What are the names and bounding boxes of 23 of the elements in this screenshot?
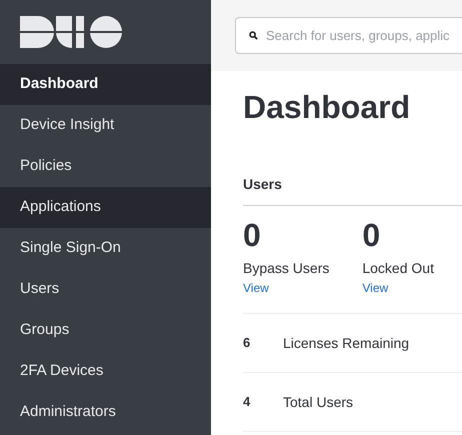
sidebar-item[interactable]: Dashboard [0,64,211,105]
row-count: 4 [243,393,252,412]
page-title: Dashboard [243,88,412,126]
row-label: Total Users [283,392,354,412]
sidebar-item[interactable]: Device Insight [0,105,211,146]
sidebar-item[interactable]: Users [0,269,211,310]
stat-label: Locked Out [362,260,434,276]
sidebar-item[interactable]: 2FA Devices [0,351,211,392]
row-count: 6 [243,334,252,352]
row-label: Licenses Remaining [283,334,410,353]
search-field[interactable]: Search for users, groups, applic [235,17,462,54]
view-link[interactable]: View [243,280,269,296]
stat-value: 0 [362,220,380,250]
search-icon [249,31,258,40]
sidebar-item[interactable]: Single Sign-On [0,228,211,269]
stat-label: Bypass Users [243,260,330,276]
sidebar-item[interactable]: Policies [0,146,211,187]
sidebar-item[interactable]: Administrators [0,392,211,433]
view-link[interactable]: View [362,280,388,296]
sidebar-item[interactable]: Applications [0,187,211,228]
stat-value: 0 [243,220,261,250]
card-title: Users [243,176,462,206]
sidebar-item[interactable]: Groups [0,310,211,351]
